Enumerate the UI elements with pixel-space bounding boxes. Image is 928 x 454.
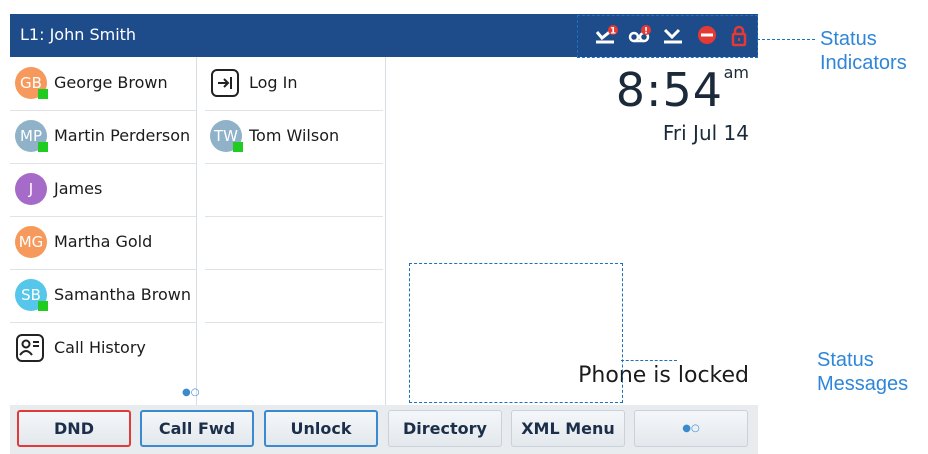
empty-slot[interactable]: [205, 216, 383, 270]
lines-column: Log In TW Tom Wilson: [196, 57, 385, 405]
callout-line: Indicators: [820, 52, 907, 74]
contact-entry[interactable]: GB George Brown: [10, 57, 196, 111]
call-history-label: Call History: [54, 338, 146, 357]
status-messages-leader: [621, 360, 677, 361]
contact-name: George Brown: [54, 73, 168, 92]
line-label: L1: John Smith: [20, 25, 137, 44]
contact-name: Martha Gold: [54, 232, 153, 251]
page-indicator: ●○: [182, 387, 200, 398]
callout-line: Status: [820, 28, 877, 50]
login-label: Log In: [249, 73, 298, 92]
status-messages-callout: Status Messages: [817, 348, 908, 396]
phone-screen: L1: John Smith 1 ! GB George Brown MP Ma…: [10, 14, 758, 454]
call-history-icon: [15, 333, 45, 367]
contact-entry[interactable]: SB Samantha Brown: [10, 269, 196, 323]
softkey-bar: DND Call Fwd Unlock Directory XML Menu ●…: [10, 405, 758, 454]
empty-slot[interactable]: [205, 322, 383, 375]
presence-indicator: [233, 142, 243, 152]
contact-name: Samantha Brown: [54, 285, 192, 304]
directory-softkey[interactable]: Directory: [388, 410, 502, 447]
call-fwd-softkey[interactable]: Call Fwd: [140, 410, 254, 447]
clock-time: 8:54: [615, 63, 723, 117]
call-history-button[interactable]: Call History: [10, 322, 196, 375]
empty-slot[interactable]: [205, 269, 383, 323]
dnd-softkey[interactable]: DND: [17, 410, 131, 447]
contact-name: Martin Perderson: [54, 126, 191, 145]
status-indicators-leader: [757, 39, 815, 40]
unlock-softkey[interactable]: Unlock: [264, 410, 378, 447]
status-messages-highlight: [409, 263, 623, 403]
callout-line: Status: [817, 349, 874, 371]
contact-entry[interactable]: TW Tom Wilson: [205, 110, 383, 164]
callout-line: Messages: [817, 373, 909, 395]
status-indicators-callout: Status Indicators: [820, 27, 907, 75]
contact-name: James: [54, 179, 103, 198]
xml-menu-softkey[interactable]: XML Menu: [511, 410, 625, 447]
presence-indicator: [38, 142, 48, 152]
login-icon: [210, 68, 240, 102]
contact-entry[interactable]: J James: [10, 163, 196, 217]
presence-indicator: [38, 89, 48, 99]
contact-entry[interactable]: MG Martha Gold: [10, 216, 196, 270]
avatar: MG: [15, 226, 47, 258]
clock-ampm: am: [723, 63, 749, 82]
presence-indicator: [38, 301, 48, 311]
clock-date: Fri Jul 14: [662, 121, 749, 145]
avatar: J: [15, 173, 47, 205]
contact-name: Tom Wilson: [249, 126, 340, 145]
empty-slot[interactable]: [205, 163, 383, 217]
contacts-column: GB George Brown MP Martin Perderson J Ja…: [10, 57, 196, 405]
more-softkey[interactable]: ●○: [634, 410, 748, 447]
contact-entry[interactable]: MP Martin Perderson: [10, 110, 196, 164]
login-button[interactable]: Log In: [205, 57, 383, 111]
status-indicators-highlight: [577, 15, 758, 58]
